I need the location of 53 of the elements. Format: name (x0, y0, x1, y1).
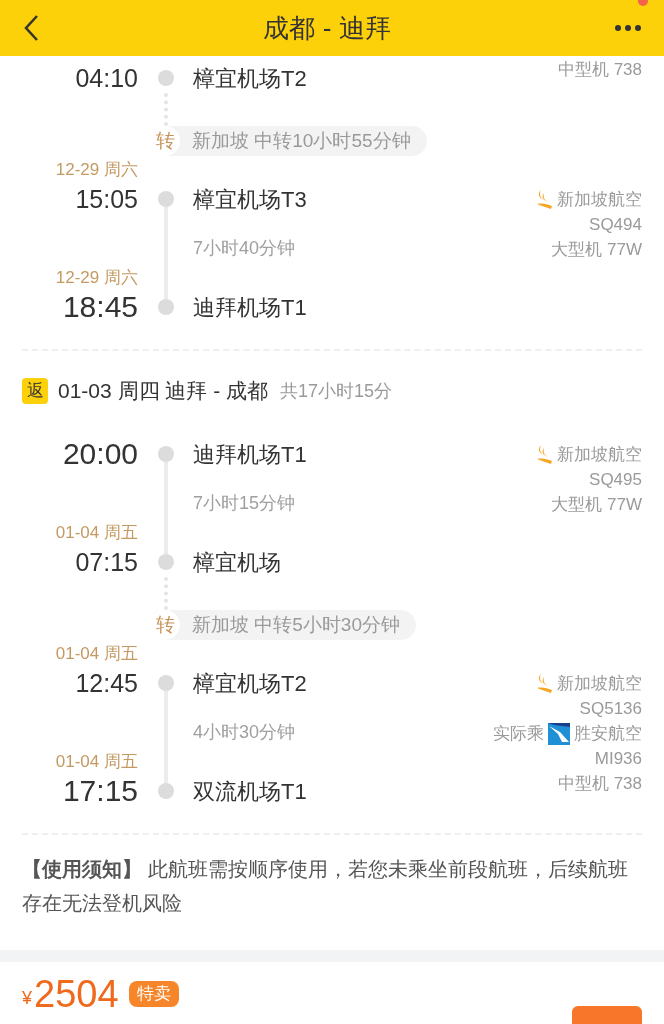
more-icon (615, 25, 641, 31)
time-text: 20:00 (62, 439, 138, 469)
airport-name: 双流机场T1 (193, 777, 307, 806)
airport-name: 樟宜机场T2 (193, 669, 307, 698)
flight-info: 大型机 77W (551, 238, 642, 261)
time-text: 17:15 (62, 776, 138, 806)
bird-logo-icon (535, 673, 553, 694)
time-text: 18:45 (62, 292, 138, 322)
date-text: 12-29 周六 (55, 159, 138, 182)
duration-text: 7小时40分钟 (193, 237, 296, 260)
airline-name: 胜安航空 (574, 722, 642, 745)
currency-symbol: ¥ (22, 986, 32, 1010)
flight-info: SQ495 (589, 468, 642, 491)
time-text: 15:05 (75, 186, 138, 212)
flight-info: 大型机 77W (551, 493, 642, 516)
airport-name: 樟宜机场 (193, 548, 281, 577)
page-title: 成都 - 迪拜 (263, 11, 391, 45)
operated-label: 实际乘 (493, 722, 544, 745)
duration-text: 4小时30分钟 (193, 721, 296, 744)
time-text: 04:10 (75, 65, 138, 91)
flight-info: MI936 (594, 747, 642, 770)
journey-title: 01-03 周四 迪拜 - 成都 (58, 378, 269, 405)
time-text: 07:15 (75, 549, 138, 575)
price-amount: 2504 (34, 975, 119, 1013)
return-badge: 返 (22, 378, 48, 404)
date-text: 01-04 周五 (55, 643, 138, 666)
airport-name: 迪拜机场T1 (193, 440, 307, 469)
sale-badge: 特卖 (128, 981, 179, 1007)
time-text: 12:45 (75, 670, 138, 696)
airport-name: 樟宜机场T3 (193, 185, 307, 214)
transfer-text: 新加坡 中转5小时30分钟 (192, 612, 400, 637)
bird-logo-icon (535, 444, 553, 465)
airline-name: 新加坡航空 (557, 443, 642, 466)
back-icon (23, 14, 39, 42)
bird-logo-icon (548, 722, 570, 745)
date-text: 12-29 周六 (55, 267, 138, 290)
airline-name: 新加坡航空 (557, 672, 642, 695)
usage-notice: 【使用须知】 此航班需按顺序使用，若您未乘坐前段航班，后续航班存在无法登机风险 (22, 857, 629, 916)
flight-info: SQ5136 (579, 697, 642, 720)
flight-info: SQ494 (589, 213, 642, 236)
bird-logo-icon (535, 189, 553, 210)
duration-text: 7小时15分钟 (193, 492, 296, 515)
airline-name: 新加坡航空 (557, 188, 642, 211)
transfer-text: 新加坡 中转10小时55分钟 (192, 128, 411, 153)
date-text: 01-04 周五 (55, 751, 138, 774)
date-text: 01-04 周五 (55, 522, 138, 545)
flight-info: 中型机 738 (557, 58, 642, 81)
journey-total: 共17小时15分 (280, 379, 393, 403)
airport-name: 樟宜机场T2 (193, 64, 307, 93)
transfer-badge: 转 (150, 126, 180, 156)
flight-info: 中型机 738 (557, 772, 642, 795)
airport-name: 迪拜机场T1 (193, 293, 307, 322)
transfer-badge: 转 (150, 610, 180, 640)
